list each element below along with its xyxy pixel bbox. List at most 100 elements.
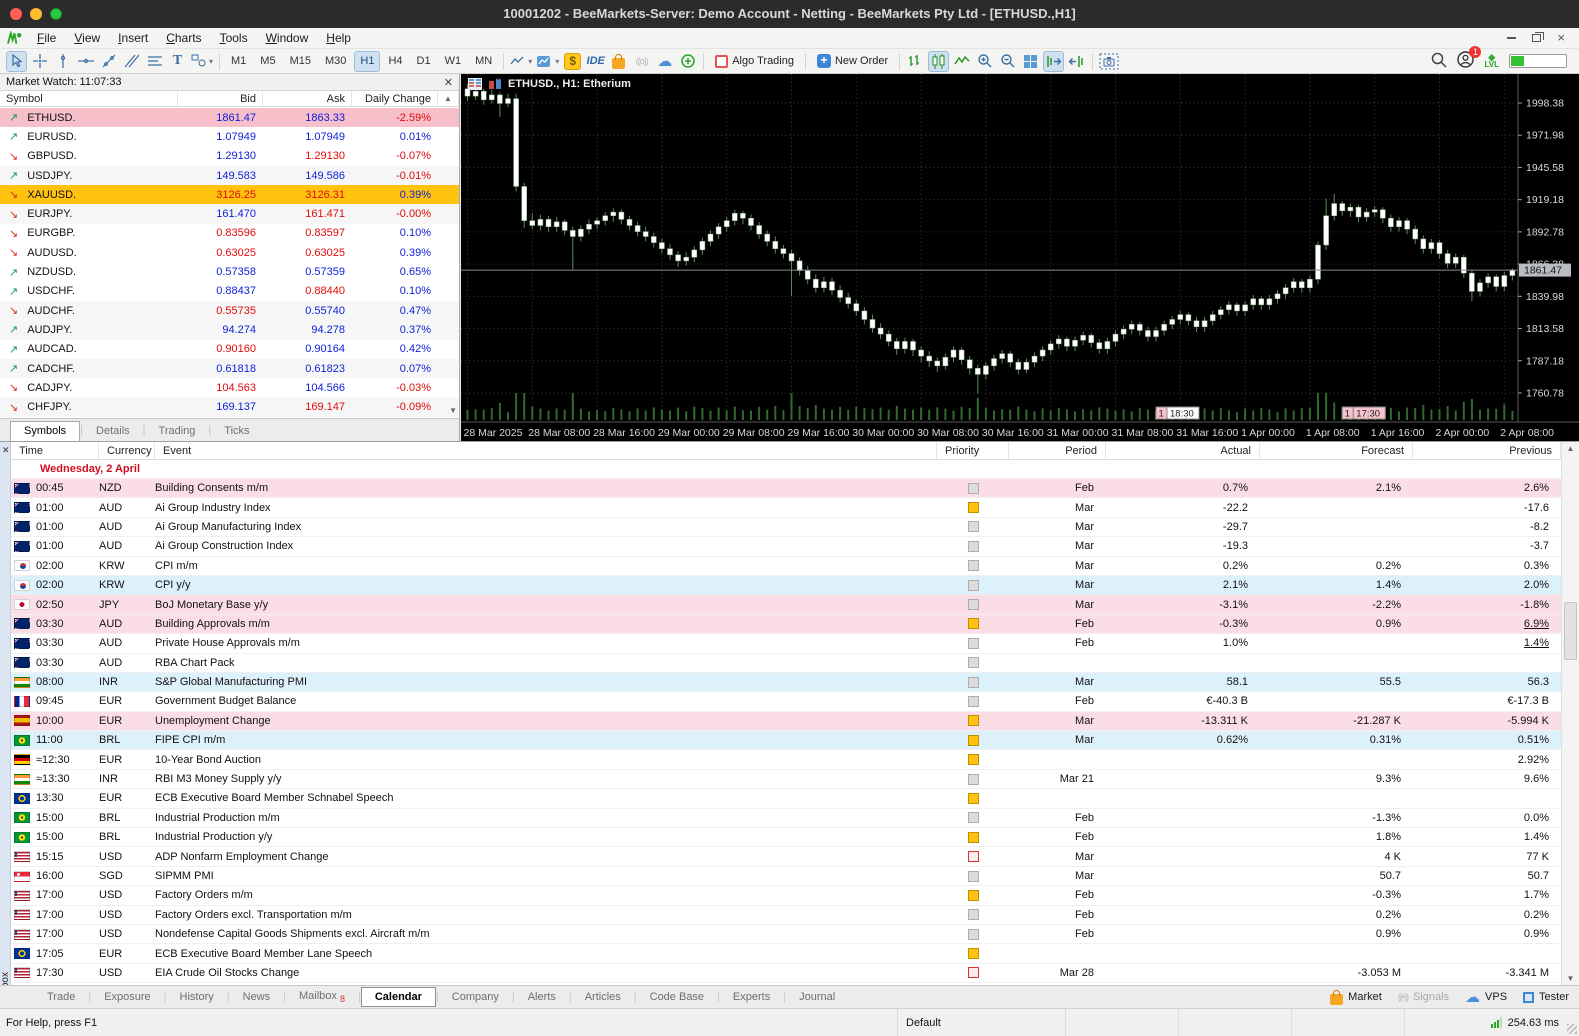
calendar-row[interactable]: 08:00INRS&P Global Manufacturing PMIMar5… [11,673,1579,692]
market-watch-tab-symbols[interactable]: Symbols [10,421,80,442]
toolbox-tab-journal[interactable]: Journal [786,987,848,1007]
column-forecast[interactable]: Forecast [1260,442,1413,459]
toolbox-tab-exposure[interactable]: Exposure [91,987,163,1007]
toolbox-tab-news[interactable]: News [230,987,284,1007]
text-tool-button[interactable]: T [167,51,188,72]
screenshot-button[interactable] [1098,51,1120,72]
market-watch-row-eurusd[interactable]: ↗EURUSD.1.079491.079490.01% [0,127,459,146]
column-ask[interactable]: Ask [263,91,352,106]
status-connection[interactable]: 254.63 ms [1491,1017,1579,1029]
scroll-up-icon[interactable]: ▲ [1562,444,1579,453]
chart-panel[interactable]: ETHUSD., H1: Etherium 1998.381971.981945… [461,74,1579,441]
calendar-scrollbar[interactable]: ▲ ▼ [1561,442,1579,985]
pointer-tool-button[interactable] [6,51,27,72]
shift-chart-left-button[interactable] [1066,51,1087,72]
restore-window-icon[interactable] [1532,34,1541,42]
column-bid[interactable]: Bid [178,91,263,106]
crosshair-tool-button[interactable] [29,51,50,72]
horizontal-line-tool-button[interactable] [75,51,96,72]
timeframe-m5[interactable]: M5 [254,51,281,72]
trendline-tool-button[interactable] [98,51,119,72]
market-watch-row-audcad[interactable]: ↗AUDCAD.0.901600.901640.42% [0,340,459,359]
market-store-button[interactable] [608,51,629,72]
market-button[interactable]: Market [1330,990,1382,1005]
resize-grip[interactable] [1567,1024,1577,1034]
level-button[interactable]: ◈LVL [1484,54,1499,68]
new-order-button[interactable]: + New Order [811,51,894,72]
market-watch-row-ethusd[interactable]: ↗ETHUSD.1861.471863.33-2.59% [0,108,459,127]
calendar-row[interactable]: 17:00USDFactory Orders excl. Transportat… [11,906,1579,925]
zoom-traffic-light-icon[interactable] [50,8,62,20]
market-depth-icon[interactable] [468,78,482,90]
calendar-row[interactable]: ≈13:30INRRBI M3 Money Supply y/yMar 219.… [11,770,1579,789]
market-watch-tab-details[interactable]: Details [83,422,143,441]
menu-insert[interactable]: Insert [109,28,157,49]
cursor-mode-button[interactable]: ▾ [509,51,533,72]
channel-tool-button[interactable] [121,51,142,72]
search-button[interactable] [1431,52,1447,71]
zoom-out-button[interactable] [997,51,1018,72]
menu-tools[interactable]: Tools [211,28,257,49]
timeframe-m1[interactable]: M1 [225,51,252,72]
calendar-row[interactable]: 01:00AUDAi Group Manufacturing IndexMar-… [11,518,1579,537]
calendar-row[interactable]: 16:00SGDSIPMM PMIMar50.750.7 [11,867,1579,886]
calendar-row[interactable]: 03:30AUDPrivate House Approvals m/mFeb1.… [11,634,1579,653]
column-symbol[interactable]: Symbol [0,91,178,106]
vps-toolbar-button[interactable]: ☁ [654,51,675,72]
calendar-row[interactable]: 17:00USDFactory Orders m/mFeb-0.3%1.7% [11,886,1579,905]
market-watch-row-gbpusd[interactable]: ↘GBPUSD.1.291301.29130-0.07% [0,147,459,166]
tester-button[interactable]: Tester [1523,991,1569,1003]
minimize-window-icon[interactable] [1507,37,1516,39]
calendar-row[interactable]: 09:45EURGovernment Budget BalanceFeb€-40… [11,692,1579,711]
calendar-row[interactable]: 15:00BRLIndustrial Production y/yFeb1.8%… [11,828,1579,847]
market-watch-row-nzdusd[interactable]: ↗NZDUSD.0.573580.573590.65% [0,262,459,281]
timeframe-w1[interactable]: W1 [439,51,468,72]
calendar-row[interactable]: 00:45NZDBuilding Consents m/mFeb0.7%2.1%… [11,479,1579,498]
candlestick-mode-button[interactable] [928,51,949,72]
calendar-row[interactable]: 01:00AUDAi Group Industry IndexMar-22.2-… [11,498,1579,517]
timeframe-h1[interactable]: H1 [354,51,380,72]
calendar-row[interactable]: 10:00EURUnemployment ChangeMar-13.311 K-… [11,712,1579,731]
calendar-row[interactable]: ≈12:30EUR10-Year Bond Auction2.92% [11,750,1579,769]
toolbox-tab-code-base[interactable]: Code Base [637,987,717,1007]
timeframe-mn[interactable]: MN [469,51,498,72]
calendar-row[interactable]: 01:00AUDAi Group Construction IndexMar-1… [11,537,1579,556]
market-watch-row-cadjpy[interactable]: ↘CADJPY.104.563104.566-0.03% [0,378,459,397]
calendar-row[interactable]: 03:30AUDBuilding Approvals m/mFeb-0.3%0.… [11,615,1579,634]
market-watch-row-audjpy[interactable]: ↗AUDJPY.94.27494.2780.37% [0,320,459,339]
close-traffic-light-icon[interactable] [10,8,22,20]
line-chart-mode-button[interactable] [951,51,972,72]
toolbox-tab-history[interactable]: History [167,987,227,1007]
toolbox-tab-company[interactable]: Company [439,987,512,1007]
column-time[interactable]: Time [11,442,99,459]
calendar-row[interactable]: 11:00BRLFIPE CPI m/mMar0.62%0.31%0.51% [11,731,1579,750]
scroll-up-icon[interactable]: ▲ [438,91,459,106]
indicators-button[interactable]: ▾ [535,51,560,72]
column-event[interactable]: Event [155,442,937,459]
fibonacci-tool-button[interactable] [144,51,165,72]
calendar-row[interactable]: 15:00BRLIndustrial Production m/mFeb-1.3… [11,809,1579,828]
market-watch-row-usdchf[interactable]: ↗USDCHF.0.884370.884400.10% [0,282,459,301]
column-actual[interactable]: Actual [1106,442,1260,459]
calendar-row[interactable]: 15:15USDADP Nonfarm Employment ChangeMar… [11,847,1579,866]
column-priority[interactable]: Priority [937,442,1009,459]
toolbox-tab-calendar[interactable]: Calendar [361,987,436,1007]
market-watch-row-audusd[interactable]: ↘AUDUSD.0.630250.630250.39% [0,243,459,262]
vps-button[interactable]: ☁VPS [1465,990,1507,1005]
column-currency[interactable]: Currency [99,442,155,459]
scroll-down-icon[interactable]: ▼ [1562,974,1579,983]
algo-target-button[interactable] [677,51,698,72]
timeframe-m15[interactable]: M15 [284,51,317,72]
status-profile[interactable]: Default [898,1009,1066,1036]
timeframe-d1[interactable]: D1 [411,51,437,72]
ide-button[interactable]: IDE [585,51,606,72]
vertical-line-tool-button[interactable] [52,51,73,72]
column-period[interactable]: Period [1009,442,1106,459]
toolbox-tab-experts[interactable]: Experts [720,987,783,1007]
market-watch-row-chfjpy[interactable]: ↘CHFJPY.169.137169.147-0.09% [0,397,459,416]
toolbox-tab-alerts[interactable]: Alerts [515,987,569,1007]
calendar-row[interactable]: 02:00KRWCPI m/mMar0.2%0.2%0.3% [11,557,1579,576]
algo-trading-button[interactable]: Algo Trading [709,51,800,72]
shift-chart-right-button[interactable] [1043,51,1064,72]
calendar-row[interactable]: 13:30EURECB Executive Board Member Schna… [11,789,1579,808]
